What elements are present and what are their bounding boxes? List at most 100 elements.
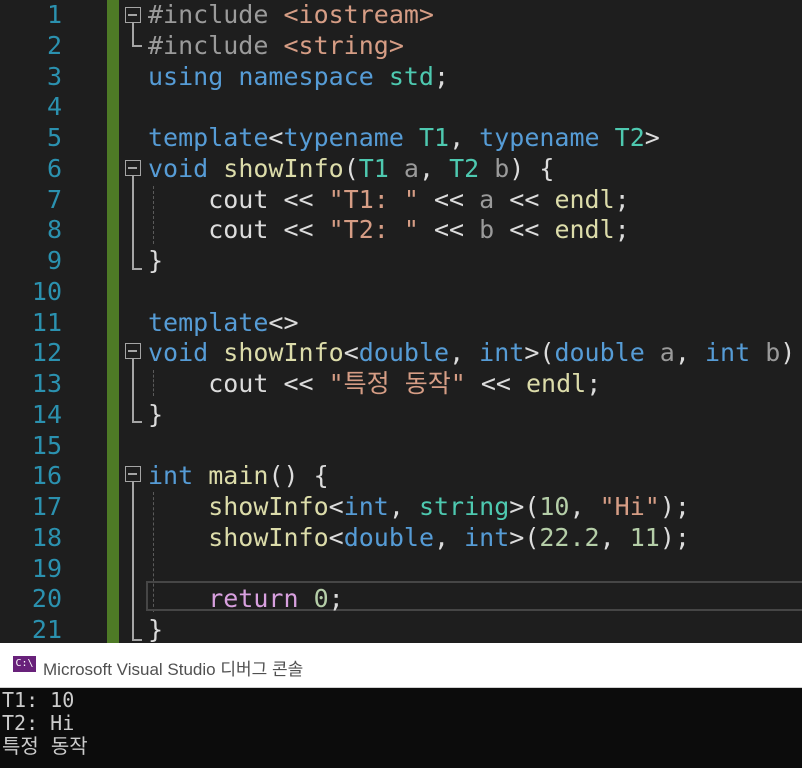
code-token: template	[148, 123, 269, 152]
code-token: <<	[494, 215, 555, 245]
line-number: 1	[46, 0, 62, 29]
code-token: b	[479, 215, 495, 245]
code-text[interactable]: cout << "T2: " << b << endl;	[148, 214, 630, 245]
code-line[interactable]: 9}	[0, 245, 802, 276]
code-token: "Hi"	[599, 492, 660, 521]
code-token: b	[765, 338, 781, 368]
code-text[interactable]: template<typename T1, typename T2>	[148, 122, 660, 153]
code-editor[interactable]: 1 #include <iostream> 2 #include <string> 3 u…	[0, 0, 802, 643]
code-token: }	[148, 246, 164, 275]
code-line[interactable]: 4	[0, 91, 802, 122]
code-token: #include	[148, 30, 284, 60]
code-line[interactable]: 17 showInfo<int, string>(10, "Hi");	[0, 491, 802, 522]
code-line[interactable]: 1 #include <iostream>	[0, 0, 802, 30]
code-token: ;	[328, 584, 344, 614]
code-text[interactable]: #include <string>	[148, 30, 404, 61]
code-line[interactable]: 11 template<>	[0, 307, 802, 338]
code-line[interactable]: 18 showInfo<double, int>(22.2, 11);	[0, 522, 802, 553]
code-text[interactable]: return 0;	[148, 583, 344, 614]
code-line[interactable]: 12 void showInfo<double, int>(double a, i…	[0, 337, 802, 368]
code-text[interactable]: }	[148, 399, 163, 430]
code-line[interactable]: 19	[0, 553, 802, 584]
code-token: "특정 동작"	[328, 369, 466, 398]
line-number: 11	[31, 307, 62, 337]
code-text[interactable]: showInfo<int, string>(10, "Hi");	[148, 491, 690, 522]
code-token: main	[208, 461, 269, 491]
code-line[interactable]: 5 template<typename T1, typename T2>	[0, 122, 802, 153]
code-text[interactable]: #include <iostream>	[148, 0, 434, 30]
code-token: showInfo	[148, 492, 329, 521]
console-line: 특정 동작	[2, 734, 88, 758]
code-token: <<	[465, 369, 526, 398]
code-line[interactable]: 14}	[0, 399, 802, 430]
code-token: }	[148, 615, 164, 643]
code-line[interactable]: 2 #include <string>	[0, 30, 802, 61]
code-line[interactable]: 7 cout << "T1: " << a << endl;	[0, 184, 802, 215]
code-line[interactable]: 16 int main() {	[0, 460, 802, 491]
debug-console-titlebar[interactable]: C:\ Microsoft Visual Studio 디버그 콘솔	[0, 643, 802, 688]
code-token: );	[659, 492, 690, 521]
line-number: 2	[46, 30, 62, 60]
code-token: template	[148, 307, 269, 337]
code-text[interactable]: template<>	[148, 307, 299, 338]
line-number: 14	[31, 399, 62, 429]
code-token: >	[644, 123, 660, 152]
code-token: double	[554, 338, 660, 368]
code-token: (	[343, 153, 359, 183]
code-token: ,	[449, 123, 480, 152]
debug-console-output[interactable]: T1: 10 T2: Hi 특정 동작	[0, 688, 802, 768]
code-token: int	[148, 461, 209, 491]
code-text[interactable]: showInfo<double, int>(22.2, 11);	[148, 522, 690, 553]
code-line[interactable]: 10	[0, 276, 802, 307]
code-token: ;	[614, 184, 630, 214]
code-text[interactable]: cout << "T1: " << a << endl;	[148, 184, 630, 215]
code-text[interactable]: using namespace std;	[148, 61, 449, 92]
line-number: 12	[31, 338, 62, 368]
code-token: <<	[283, 215, 329, 245]
code-token: a	[479, 184, 495, 214]
line-number: 17	[31, 492, 62, 521]
code-token: ,	[449, 338, 480, 368]
code-token: string	[418, 492, 510, 521]
code-text[interactable]: }	[148, 245, 163, 276]
code-line[interactable]: 6 void showInfo(T1 a, T2 b) {	[0, 153, 802, 184]
code-token: int	[704, 338, 766, 368]
code-token: T2	[614, 123, 645, 152]
code-token: <<	[418, 215, 480, 245]
line-number: 13	[31, 369, 62, 398]
code-text[interactable]: int main() {	[148, 460, 329, 491]
line-number: 9	[46, 246, 62, 275]
code-token: ;	[586, 369, 602, 398]
code-token: b	[494, 153, 510, 183]
code-token: namespace	[238, 61, 389, 91]
code-token: void	[148, 153, 224, 183]
code-line[interactable]: 3 using namespace std;	[0, 61, 802, 92]
code-token: typename	[479, 123, 615, 152]
code-token: }	[148, 399, 164, 429]
line-number: 4	[46, 92, 62, 122]
code-line[interactable]: 13 cout << "특정 동작" << endl;	[0, 368, 802, 399]
line-number: 7	[46, 184, 62, 214]
code-token: a	[659, 338, 675, 368]
code-text[interactable]: void showInfo<double, int>(double a, int…	[148, 337, 802, 368]
code-token: using	[148, 61, 239, 91]
code-line[interactable]: 8 cout << "T2: " << b << endl;	[0, 214, 802, 245]
code-token: T1	[418, 123, 450, 152]
code-text[interactable]: void showInfo(T1 a, T2 b) {	[148, 153, 554, 184]
line-number: 16	[31, 461, 62, 491]
line-number: 6	[46, 153, 62, 183]
code-token: >(	[509, 522, 540, 552]
code-token: 10	[539, 492, 570, 521]
code-token: int	[464, 522, 510, 552]
code-token: cout	[148, 369, 284, 398]
code-token: ;	[614, 215, 630, 245]
code-line[interactable]: 21}	[0, 614, 802, 643]
line-number: 19	[31, 553, 62, 583]
code-line[interactable]: 20 return 0;	[0, 583, 802, 614]
code-text[interactable]: cout << "특정 동작" << endl;	[148, 368, 601, 399]
line-number: 20	[31, 584, 62, 614]
line-number: 15	[31, 430, 62, 460]
code-line[interactable]: 15	[0, 430, 802, 461]
code-text[interactable]: }	[148, 614, 163, 643]
code-token: int	[343, 492, 389, 521]
